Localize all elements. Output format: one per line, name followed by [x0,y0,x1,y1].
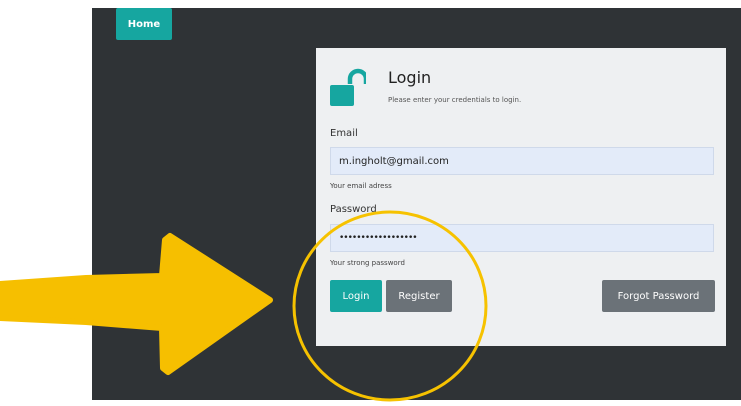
register-button[interactable]: Register [386,280,452,312]
forgot-password-button[interactable]: Forgot Password [602,280,715,312]
home-button[interactable]: Home [116,8,172,40]
login-subtitle: Please enter your credentials to login. [388,96,522,104]
login-button[interactable]: Login [330,280,382,312]
unlocked-padlock-icon [330,68,366,106]
password-hint: Your strong password [330,259,405,267]
password-field[interactable]: •••••••••••••••••• [330,224,714,252]
email-field[interactable]: m.ingholt@gmail.com [330,147,714,175]
email-hint: Your email adress [330,182,392,190]
email-label: Email [330,128,358,139]
login-card: Login Please enter your credentials to l… [316,48,726,346]
password-label: Password [330,204,377,215]
login-title: Login [388,68,432,87]
